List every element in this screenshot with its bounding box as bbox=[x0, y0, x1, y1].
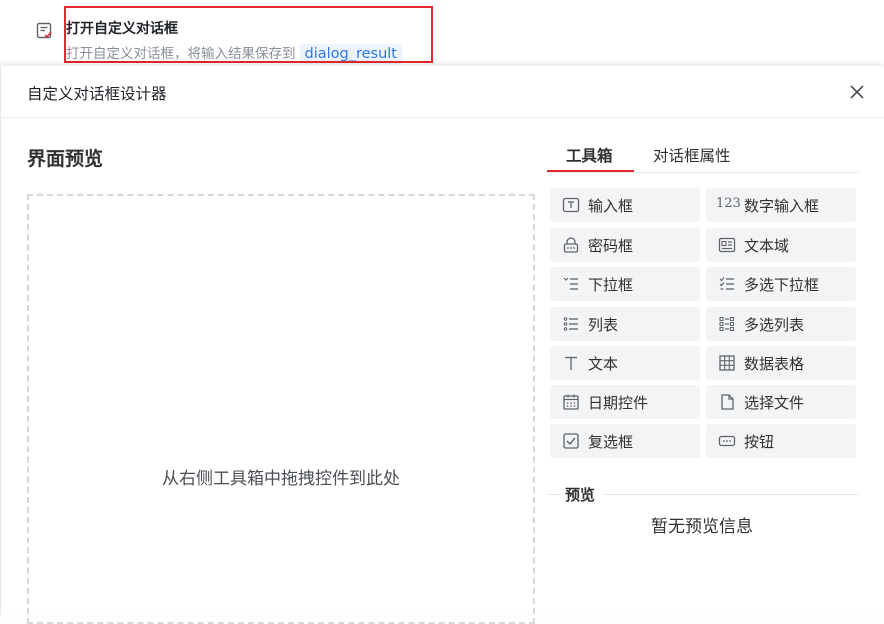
active-tab-indicator bbox=[547, 170, 634, 172]
number-input-icon: 123 bbox=[716, 196, 741, 211]
tool-label: 输入框 bbox=[588, 197, 634, 215]
drop-hint: 从右侧工具箱中拖拽控件到此处 bbox=[162, 469, 400, 489]
step-highlight-box bbox=[64, 6, 433, 63]
tool-data-table[interactable]: 数据表格 bbox=[706, 346, 856, 380]
tool-password[interactable]: 密码框 bbox=[550, 228, 700, 262]
table-icon bbox=[719, 355, 735, 371]
tool-input-box[interactable]: 输入框 bbox=[550, 188, 700, 222]
tool-label: 列表 bbox=[588, 316, 619, 334]
file-icon bbox=[721, 394, 734, 410]
checkbox-icon bbox=[563, 433, 579, 449]
tool-number-input[interactable]: 123 数字输入框 bbox=[706, 188, 856, 222]
button-icon bbox=[718, 435, 736, 447]
tool-multi-list[interactable]: 多选列表 bbox=[706, 307, 856, 341]
textarea-icon bbox=[718, 237, 736, 253]
tool-label: 复选框 bbox=[588, 433, 634, 451]
input-box-icon bbox=[562, 197, 580, 213]
tabs: 工具箱 对话框属性 bbox=[547, 140, 859, 173]
divider bbox=[547, 494, 561, 495]
dialog-title: 自定义对话框设计器 bbox=[27, 85, 167, 103]
multi-list-icon bbox=[719, 317, 734, 331]
custom-dialog-designer: 自定义对话框设计器 界面预览 从右侧工具箱中拖拽控件到此处 工具箱 对话框属性 … bbox=[0, 66, 884, 624]
tool-label: 文本域 bbox=[744, 237, 790, 255]
list-icon bbox=[563, 317, 578, 331]
tool-label: 密码框 bbox=[588, 237, 634, 255]
tool-dropdown[interactable]: 下拉框 bbox=[550, 267, 700, 301]
tool-checkbox[interactable]: 复选框 bbox=[550, 424, 700, 458]
password-icon bbox=[563, 237, 579, 253]
tool-text[interactable]: 文本 bbox=[550, 346, 700, 380]
tab-dialog-properties[interactable]: 对话框属性 bbox=[653, 144, 731, 166]
preview-heading: 界面预览 bbox=[27, 148, 104, 170]
tool-label: 多选列表 bbox=[744, 316, 805, 334]
divider bbox=[603, 494, 859, 495]
drop-zone[interactable]: 从右侧工具箱中拖拽控件到此处 bbox=[27, 194, 535, 624]
tool-date[interactable]: 日期控件 bbox=[550, 385, 700, 419]
preview-empty-text: 暂无预览信息 bbox=[651, 517, 753, 537]
tool-list[interactable]: 列表 bbox=[550, 307, 700, 341]
tool-label: 日期控件 bbox=[588, 394, 649, 412]
multi-dropdown-icon bbox=[719, 277, 734, 290]
tool-choose-file[interactable]: 选择文件 bbox=[706, 385, 856, 419]
calendar-icon bbox=[563, 394, 579, 410]
tool-label: 选择文件 bbox=[744, 394, 805, 412]
tool-label: 文本 bbox=[588, 355, 619, 373]
dialog-step-icon bbox=[36, 22, 52, 39]
tool-label: 数字输入框 bbox=[744, 197, 820, 215]
tool-label: 按钮 bbox=[744, 433, 775, 451]
tool-label: 下拉框 bbox=[588, 276, 634, 294]
dropdown-icon bbox=[563, 277, 578, 290]
close-icon[interactable] bbox=[847, 82, 867, 102]
tab-toolbox[interactable]: 工具箱 bbox=[566, 144, 613, 166]
preview-section-label: 预览 bbox=[565, 486, 596, 504]
tool-label: 数据表格 bbox=[744, 355, 805, 373]
tool-label: 多选下拉框 bbox=[744, 276, 820, 294]
text-icon bbox=[565, 356, 577, 370]
tool-textarea[interactable]: 文本域 bbox=[706, 228, 856, 262]
dialog-header: 自定义对话框设计器 bbox=[1, 66, 884, 118]
tool-multi-dropdown[interactable]: 多选下拉框 bbox=[706, 267, 856, 301]
tool-button[interactable]: 按钮 bbox=[706, 424, 856, 458]
step-row[interactable]: 打开自定义对话框 打开自定义对话框，将输入结果保存到 dialog_result bbox=[0, 0, 884, 66]
